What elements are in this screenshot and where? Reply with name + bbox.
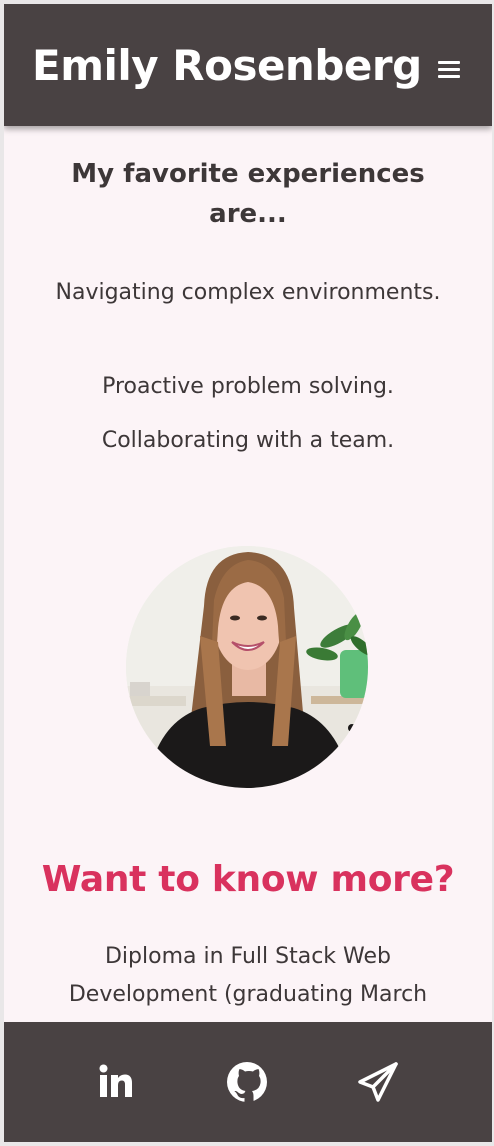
site-header: Emily Rosenberg [4, 4, 492, 126]
menu-bar [438, 61, 460, 64]
portrait-photo [126, 546, 368, 788]
know-more-heading: Want to know more? [41, 859, 455, 900]
contact-link[interactable] [356, 1060, 400, 1104]
experiences-heading: My favorite experiences are... [71, 159, 425, 229]
github-link[interactable] [225, 1060, 269, 1104]
linkedin-link[interactable] [94, 1060, 138, 1104]
linkedin-icon [99, 1064, 132, 1097]
site-title[interactable]: Emily Rosenberg [32, 38, 422, 94]
menu-bar [438, 68, 460, 71]
experience-item: Navigating complex environments. [55, 280, 441, 305]
hamburger-menu-icon[interactable] [436, 58, 464, 82]
paper-plane-icon [358, 1062, 398, 1102]
page-viewport: Emily Rosenberg My favorite experiences … [4, 4, 492, 1142]
experience-item: Collaborating with a team. [101, 428, 395, 453]
experience-item: Proactive problem solving. [102, 374, 394, 399]
site-footer [4, 1022, 492, 1142]
portrait-illustration [126, 546, 368, 788]
diploma-text: Diploma in Full Stack Web Development (g… [68, 944, 428, 1007]
menu-bar [438, 75, 460, 78]
github-icon [227, 1062, 267, 1102]
